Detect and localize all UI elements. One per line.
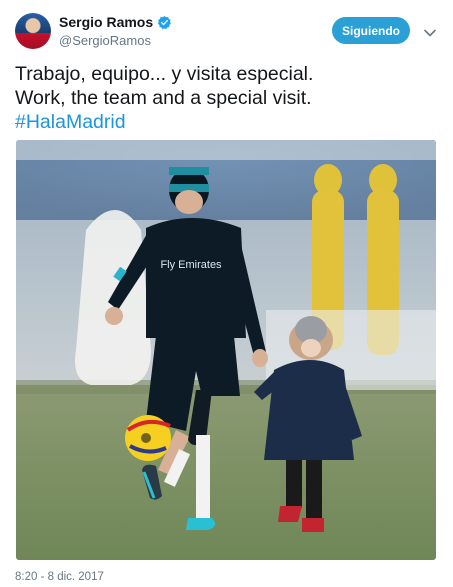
tweet-text-line-2: Work, the team and a special visit. <box>15 87 312 109</box>
following-button[interactable]: Siguiendo <box>332 17 410 44</box>
tweet-text: Trabajo, equipo... y visita especial. Wo… <box>15 62 435 134</box>
hashtag-link[interactable]: #HalaMadrid <box>15 110 435 134</box>
tweet-text-line-1: Trabajo, equipo... y visita especial. <box>15 63 314 85</box>
author-name-row[interactable]: Sergio Ramos <box>59 14 172 30</box>
tweet-photo[interactable]: Fly Emirates <box>16 140 436 560</box>
shirt-sponsor-text: Fly Emirates <box>160 259 222 271</box>
author-display-name[interactable]: Sergio Ramos <box>59 14 153 30</box>
tweet-timestamp[interactable]: 8:20 - 8 dic. 2017 <box>15 571 104 583</box>
author-avatar[interactable] <box>15 13 51 49</box>
football <box>125 415 171 461</box>
tweet-card: Sergio Ramos @SergioRamos Siguiendo Trab… <box>0 0 453 587</box>
chevron-down-icon[interactable] <box>423 25 437 37</box>
verified-badge-icon <box>157 15 172 30</box>
author-handle[interactable]: @SergioRamos <box>59 33 151 48</box>
